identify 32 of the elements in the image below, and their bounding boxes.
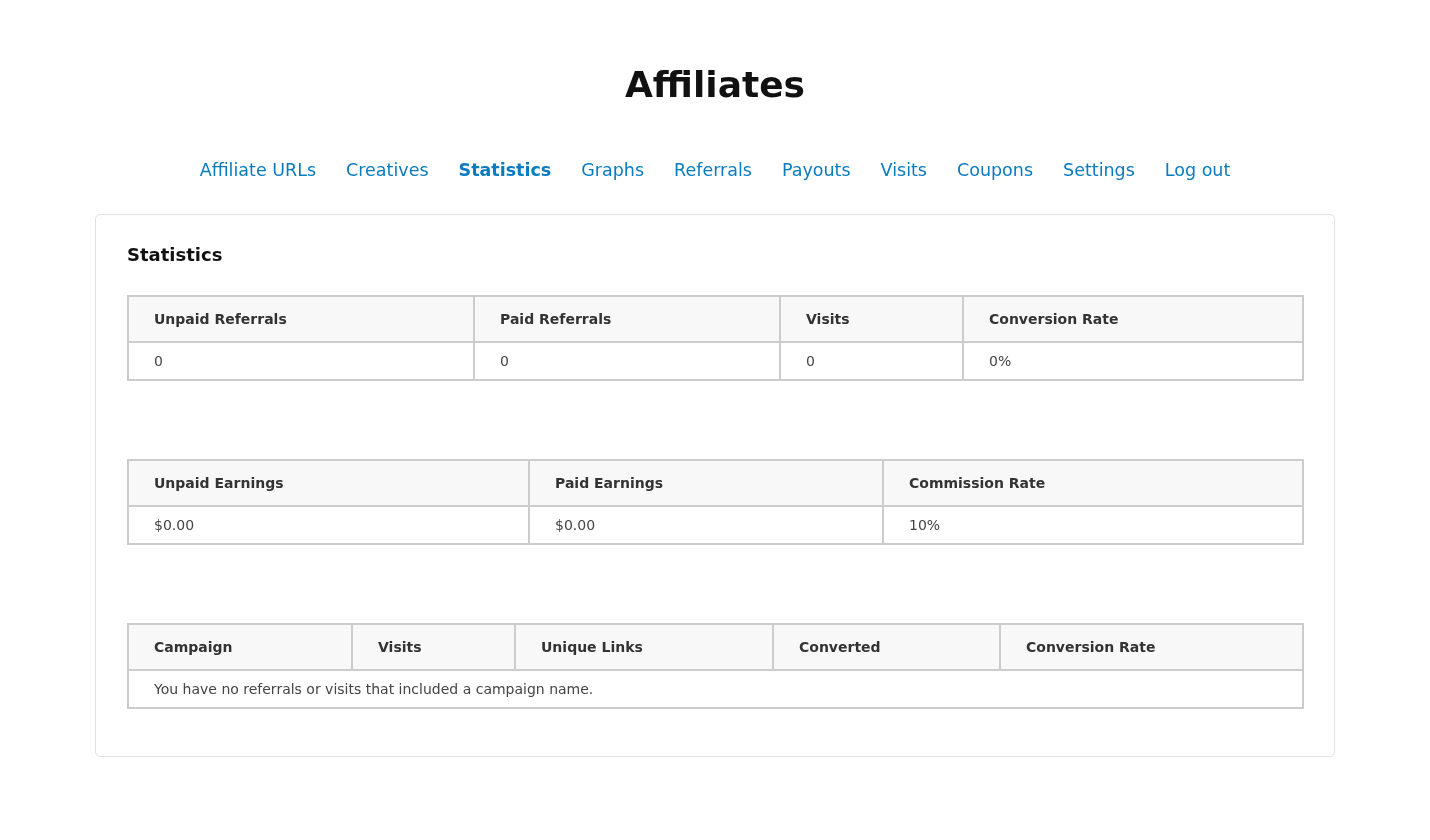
nav-link[interactable]: Log out <box>1164 158 1231 182</box>
column-header: Commission Rate <box>883 460 1303 506</box>
nav-link[interactable]: Statistics <box>458 158 552 182</box>
table-cell: 0 <box>474 342 780 380</box>
column-header: Visits <box>780 296 963 342</box>
empty-message: You have no referrals or visits that included a campaign name. <box>128 670 1303 708</box>
column-header: Conversion Rate <box>1000 624 1303 670</box>
column-header: Campaign <box>128 624 352 670</box>
column-header: Conversion Rate <box>963 296 1303 342</box>
page-title: Affiliates <box>623 63 806 107</box>
column-header: Visits <box>352 624 515 670</box>
nav-link[interactable]: Creatives <box>346 158 429 182</box>
nav-link[interactable]: Coupons <box>957 158 1034 182</box>
nav-link[interactable]: Referrals <box>674 158 752 182</box>
column-header: Paid Earnings <box>529 460 883 506</box>
nav-link[interactable]: Visits <box>880 158 927 182</box>
table-cell: 0% <box>963 342 1303 380</box>
table-cell: 10% <box>883 506 1303 544</box>
nav-link[interactable]: Payouts <box>781 158 851 182</box>
column-header: Paid Referrals <box>474 296 780 342</box>
column-header: Unique Links <box>515 624 773 670</box>
table-cell: 0 <box>128 342 474 380</box>
nav-link[interactable]: Affiliate URLs <box>199 158 317 182</box>
nav-link[interactable]: Graphs <box>581 158 645 182</box>
table-cell: $0.00 <box>529 506 883 544</box>
section-title: Statistics <box>127 243 224 267</box>
table-cell: $0.00 <box>128 506 529 544</box>
nav-link[interactable]: Settings <box>1063 158 1135 182</box>
table-cell: 0 <box>780 342 963 380</box>
column-header: Converted <box>773 624 1000 670</box>
column-header: Unpaid Referrals <box>128 296 474 342</box>
column-header: Unpaid Earnings <box>128 460 529 506</box>
